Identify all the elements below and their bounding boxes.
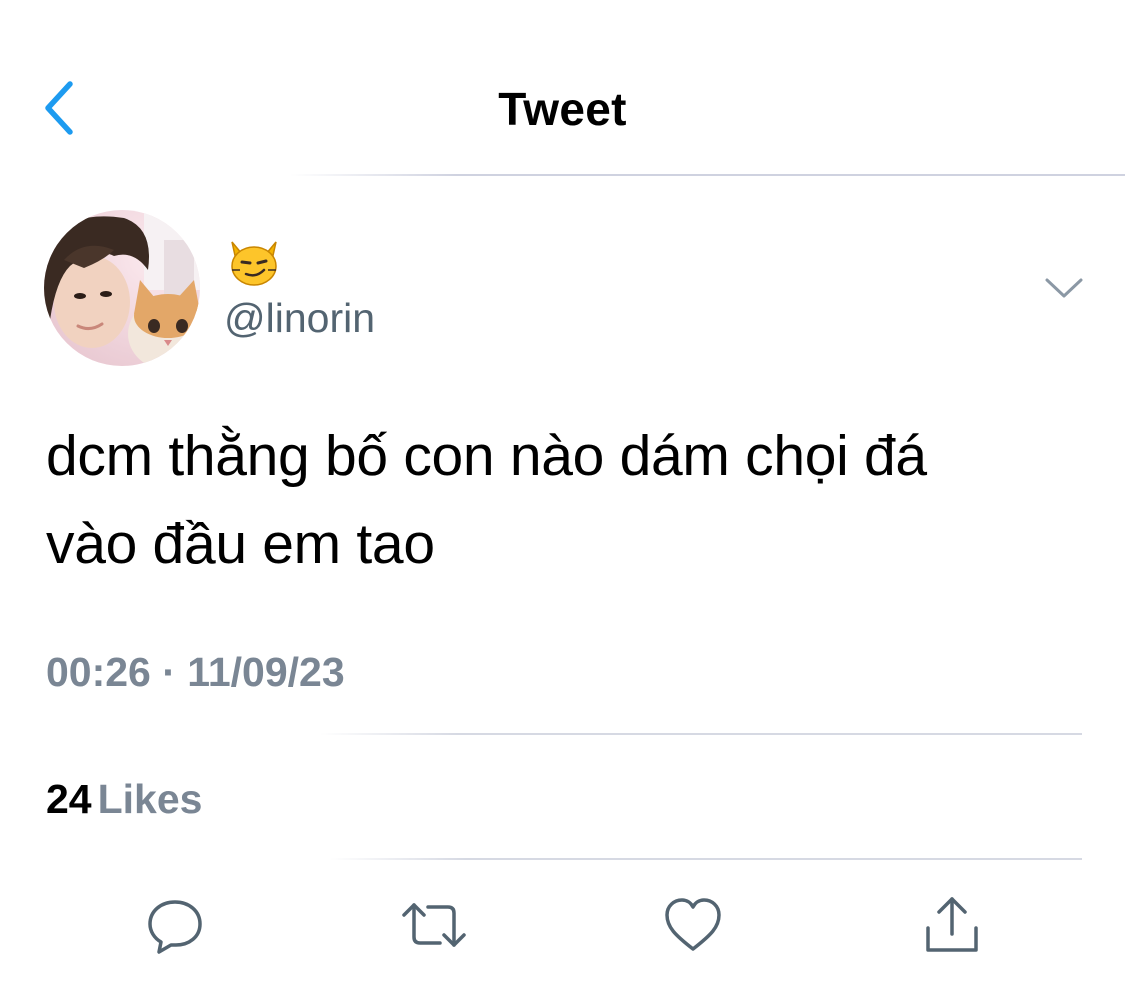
chevron-down-icon [1045,278,1083,298]
reply-icon [148,900,202,954]
page-title: Tweet [498,83,627,135]
share-button[interactable] [912,890,992,960]
smirk-cat-emoji-icon [231,241,277,286]
likes-count[interactable]: 24 Likes [46,775,202,823]
likes-number: 24 [46,776,92,822]
divider [330,858,1082,860]
user-handle[interactable]: @linorin [224,294,375,342]
divider [320,733,1082,735]
more-options-button[interactable] [1036,266,1092,310]
share-icon [926,897,978,952]
retweet-icon [402,903,466,947]
retweet-button[interactable] [394,890,474,960]
heart-icon [665,898,721,951]
header-divider [290,174,1125,176]
reply-button[interactable] [135,890,215,960]
tweet-timestamp[interactable]: 00:26 · 11/09/23 [46,648,345,696]
tweet-text: dcm thằng bố con nào dám chọi đá vào đầu… [46,424,927,576]
avatar-photo [44,210,200,366]
top-nav-bar: Tweet [0,0,1125,176]
like-button[interactable] [653,890,733,960]
likes-label: Likes [97,776,203,822]
avatar[interactable] [44,210,200,366]
display-name[interactable] [226,232,282,288]
